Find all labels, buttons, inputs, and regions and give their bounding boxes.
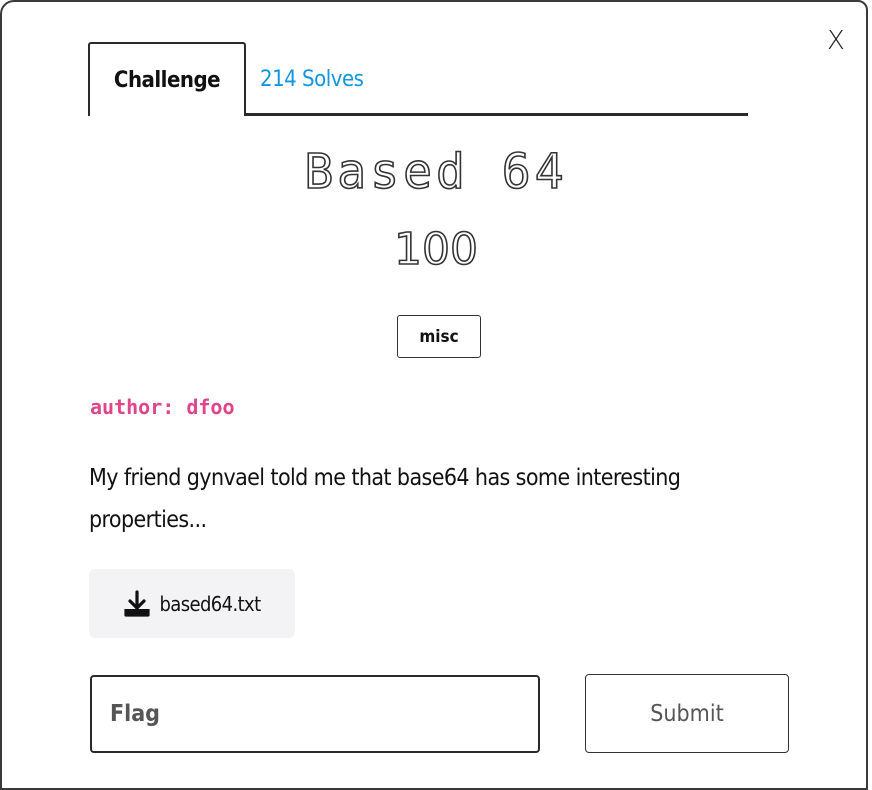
tab-challenge[interactable]: Challenge (88, 42, 246, 116)
tab-solves[interactable]: 214 Solves (260, 42, 400, 116)
download-icon (124, 589, 151, 617)
challenge-value: 100 (393, 223, 479, 276)
submit-button[interactable]: Submit (585, 674, 789, 753)
flag-input[interactable] (90, 675, 540, 753)
file-download-button[interactable]: based64.txt (89, 569, 295, 638)
challenge-author: author: dfoo (90, 395, 235, 419)
challenge-name: Based 64 (304, 143, 568, 201)
challenge-description: My friend gynvael told me that base64 ha… (89, 465, 681, 533)
file-name: based64.txt (159, 591, 261, 616)
challenge-modal: X Challenge 214 Solves Based 64 100 misc… (0, 0, 868, 790)
close-button[interactable]: X (827, 26, 845, 56)
category-badge: misc (397, 315, 481, 358)
challenge-tabs: Challenge 214 Solves (88, 42, 748, 116)
